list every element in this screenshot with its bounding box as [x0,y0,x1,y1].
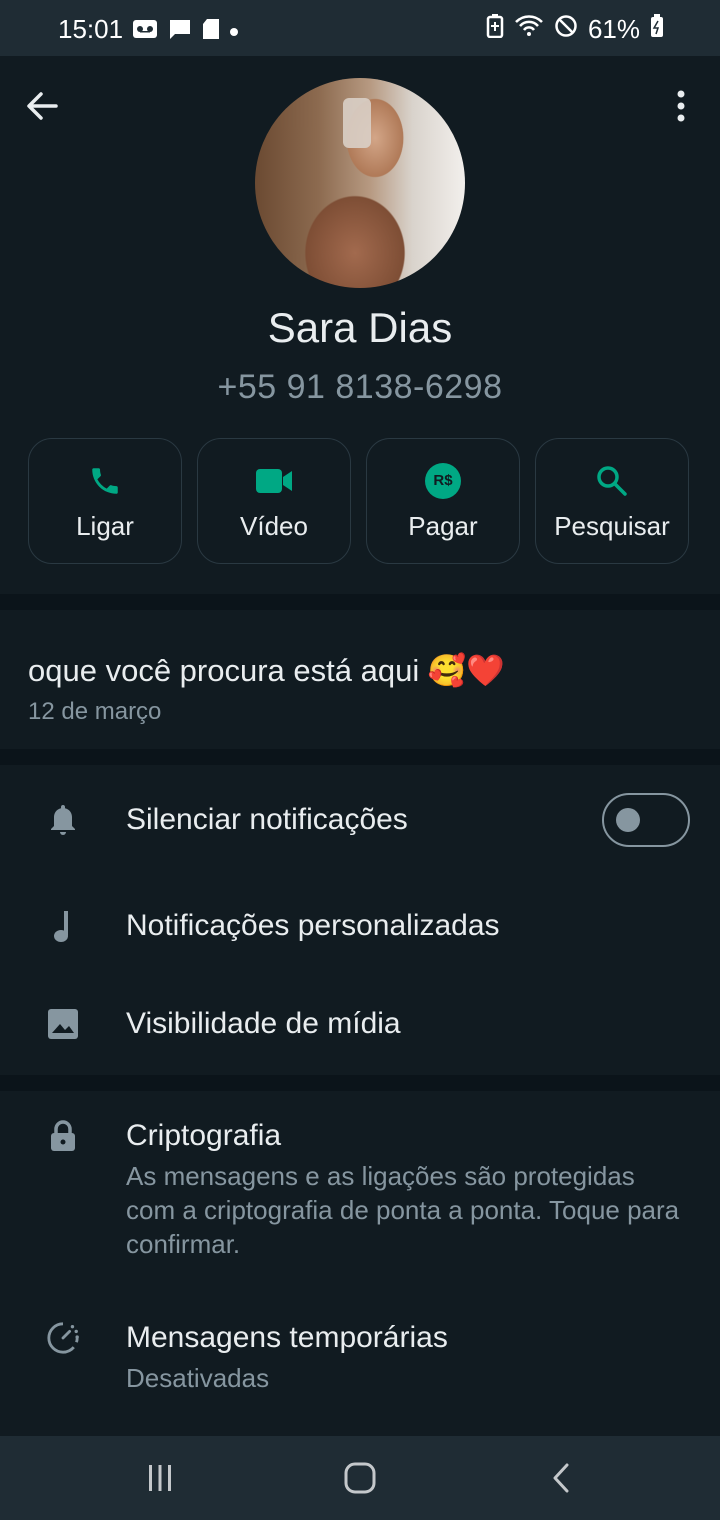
video-label: Vídeo [240,510,308,541]
about-section[interactable]: oque você procura está aqui 🥰❤️ 12 de ma… [0,610,720,749]
call-button[interactable]: Ligar [28,438,182,564]
security-section: Criptografia As mensagens e as ligações … [0,1091,720,1436]
disappearing-messages-row[interactable]: Mensagens temporárias Desativadas [0,1301,720,1411]
search-icon [595,461,629,501]
chevron-left-icon [553,1463,569,1493]
system-navigation-bar [0,1436,720,1520]
mute-label: Silenciar notificações [126,803,408,836]
battery-icon [650,14,664,45]
encryption-description: As mensagens e as ligações são protegida… [126,1161,680,1259]
search-label: Pesquisar [554,510,670,541]
custom-notifications-label: Notificações personalizadas [126,909,500,942]
action-buttons: Ligar Vídeo R$ Pagar Pesquisar [28,438,689,564]
recent-apps-button[interactable] [138,1456,182,1500]
image-icon [46,1007,80,1041]
music-note-icon [46,909,80,943]
about-date: 12 de março [28,698,162,725]
toggle-knob [616,808,640,832]
status-left-icons [132,16,238,47]
custom-notifications-row[interactable]: Notificações personalizadas [0,877,720,977]
media-visibility-row[interactable]: Visibilidade de mídia [0,977,720,1075]
dot-icon [230,27,238,36]
lock-icon [46,1119,80,1153]
status-time: 15:01 [58,14,124,44]
arrow-left-icon [27,92,58,120]
search-button[interactable]: Pesquisar [535,438,689,564]
battery-text: 61% [587,14,640,44]
contact-name: Sara Dias [267,304,453,351]
more-vertical-icon [677,90,685,122]
sd-card-icon [202,16,220,47]
profile-header: Sara Dias +55 91 8138-6298 Ligar Vídeo R… [0,56,720,594]
bell-icon [46,803,80,837]
call-label: Ligar [76,510,134,541]
wifi-icon [514,14,544,45]
video-icon [255,461,293,501]
voicemail-icon [132,16,158,47]
phone-icon [88,461,122,501]
battery-saver-icon [486,14,504,45]
home-icon [344,1462,376,1494]
pay-label: Pagar [408,510,478,541]
disappearing-messages-value: Desativadas [126,1363,270,1393]
disappearing-messages-label: Mensagens temporárias [126,1321,448,1354]
recent-apps-icon [149,1465,171,1491]
back-button[interactable] [22,86,62,126]
timer-icon [46,1321,80,1355]
contact-phone[interactable]: +55 91 8138-6298 [0,368,720,407]
encryption-row[interactable]: Criptografia As mensagens e as ligações … [0,1091,720,1271]
back-nav-button[interactable] [540,1456,584,1500]
mute-notifications-row[interactable]: Silenciar notificações [0,765,720,877]
status-bar: 15:01 61% [0,0,720,56]
encryption-label: Criptografia [126,1119,282,1152]
profile-photo[interactable] [255,78,465,288]
message-icon [168,16,192,47]
mute-toggle[interactable] [602,793,690,847]
about-text: oque você procura está aqui 🥰❤️ [28,653,506,688]
do-not-disturb-icon [554,14,578,45]
notification-settings: Silenciar notificações Notificações pers… [0,765,720,1075]
pay-icon: R$ [425,462,461,499]
pay-button[interactable]: R$ Pagar [366,438,520,564]
home-button[interactable] [338,1456,382,1500]
more-options-button[interactable] [664,86,698,126]
video-button[interactable]: Vídeo [197,438,351,564]
media-visibility-label: Visibilidade de mídia [126,1007,401,1040]
status-right-icons: 61% [486,14,664,45]
